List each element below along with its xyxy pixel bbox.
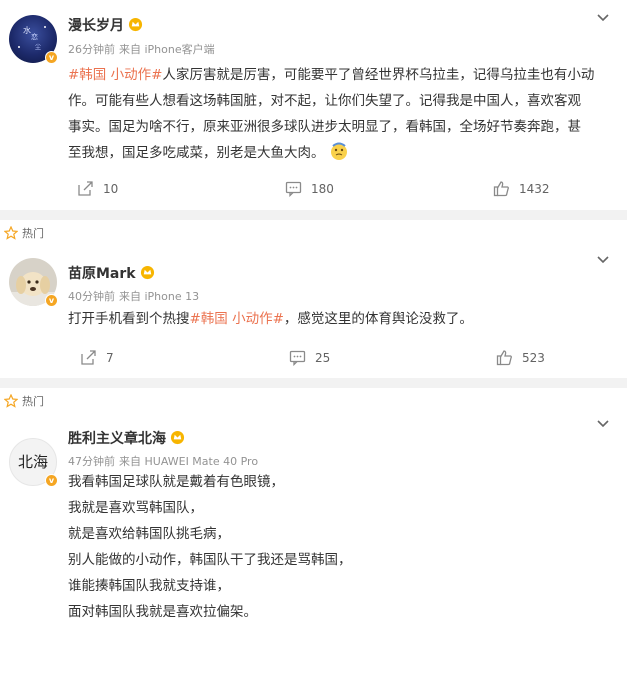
comment-time: 26分钟前: [68, 43, 115, 56]
comment-card-2: v 苗原Mark 40分钟前 来自 iPhone 13 打开手机看到个热搜#韩国 …: [0, 248, 627, 378]
share-button[interactable]: 7: [80, 349, 114, 366]
comment-button[interactable]: 25: [289, 349, 330, 366]
like-count: 523: [522, 350, 545, 365]
comment-body: 打开手机看到个热搜#韩国 小动作#，感觉这里的体育舆论没救了。: [68, 306, 620, 332]
comment-source: 来自 iPhone 13: [119, 290, 200, 303]
comment-source: 来自 iPhone客户端: [119, 43, 215, 56]
svg-text:尘: 尘: [35, 43, 41, 51]
verified-badge-icon: v: [45, 474, 58, 487]
comment-card-3: 北海 v 胜利主义章北海 47分钟前 来自 HUAWEI Mate 40 Pro …: [0, 416, 627, 671]
share-count: 7: [106, 350, 114, 365]
username[interactable]: 胜利主义章北海: [68, 430, 185, 448]
hot-label: 热门: [22, 395, 44, 408]
hot-label: 热门: [22, 227, 44, 240]
like-count: 1432: [519, 181, 550, 196]
username-text[interactable]: 漫长岁月: [68, 18, 124, 34]
divider: [0, 378, 627, 388]
star-outline-icon: [4, 394, 18, 408]
hot-label-row: 热门: [0, 388, 627, 416]
comment-count: 25: [315, 350, 331, 365]
comment-actions: 7 25 523: [0, 349, 627, 369]
svg-text:水: 水: [23, 25, 31, 35]
comment-meta: 26分钟前 来自 iPhone客户端: [68, 43, 219, 57]
like-button[interactable]: 523: [496, 349, 545, 366]
comment-body: #韩国 小动作#人家厉害就是厉害，可能要平了曾经世界杯乌拉圭，记得乌拉圭也有小动…: [68, 62, 620, 166]
comment-actions: 10 180 1432: [0, 180, 627, 200]
comment-text-line: 至我想，国足多吃咸菜，别老是大鱼大肉。: [68, 145, 325, 161]
comment-icon: [285, 181, 302, 197]
comment-text-line: 面对韩国队我就是喜欢拉偏架。: [68, 604, 257, 620]
thumbs-up-icon: [496, 350, 512, 366]
like-button[interactable]: 1432: [493, 180, 550, 197]
member-crown-icon: [170, 430, 185, 445]
svg-text:恋: 恋: [31, 32, 38, 41]
comment-text-line: 别人能做的小动作，韩国队干了我还是骂韩国，: [68, 552, 352, 568]
verified-badge-icon: v: [45, 51, 58, 64]
username[interactable]: 苗原Mark: [68, 265, 155, 283]
comment-text-line: 事实。国足为啥不行，原来亚洲很多球队进步太明显了，看韩国，全场好节奏奔跑，甚: [68, 119, 581, 135]
share-count: 10: [103, 181, 119, 196]
chevron-down-icon[interactable]: [595, 252, 611, 268]
thinking-face-emoji-icon: [330, 142, 347, 160]
comment-text-prefix: 打开手机看到个热搜: [68, 311, 190, 327]
member-crown-icon: [140, 265, 154, 280]
comment-meta: 40分钟前 来自 iPhone 13: [68, 290, 203, 304]
comment-time: 47分钟前: [68, 455, 115, 468]
divider: [0, 210, 627, 220]
comment-card-1: 水 恋 尘 v 漫长岁月 26分钟前 来自 iPhone客户端 #韩国 小动作#人…: [0, 0, 627, 210]
comment-text-line: 就是喜欢给韩国队挑毛病，: [68, 526, 230, 542]
hot-label-row: 热门: [0, 220, 627, 248]
comment-time: 40分钟前: [68, 290, 115, 303]
member-crown-icon: [128, 17, 143, 32]
chevron-down-icon[interactable]: [595, 416, 611, 432]
topic-tag-link[interactable]: #韩国 小动作#: [190, 311, 284, 327]
comment-text-line: 人家厉害就是厉害，可能要平了曾经世界杯乌拉圭，记得乌拉圭也有小动: [162, 67, 595, 83]
share-icon: [81, 350, 96, 365]
comment-meta: 47分钟前 来自 HUAWEI Mate 40 Pro: [68, 455, 262, 469]
star-outline-icon: [4, 226, 18, 240]
comment-body: 我看韩国足球队就是戴着有色眼镜， 我就是喜欢骂韩国队， 就是喜欢给韩国队挑毛病，…: [68, 469, 620, 625]
verified-badge-icon: v: [45, 294, 58, 307]
comment-button[interactable]: 180: [285, 180, 334, 197]
comment-text-line: 我看韩国足球队就是戴着有色眼镜，: [68, 474, 284, 490]
comment-count: 180: [311, 181, 334, 196]
username-text[interactable]: 苗原Mark: [68, 266, 136, 282]
topic-tag-link[interactable]: #韩国 小动作#: [68, 67, 162, 83]
comment-text-line: 我就是喜欢骂韩国队，: [68, 500, 203, 516]
comment-text-suffix: ，感觉这里的体育舆论没救了。: [283, 311, 473, 327]
share-button[interactable]: 10: [77, 180, 118, 197]
username[interactable]: 漫长岁月: [68, 17, 143, 35]
share-icon: [78, 181, 93, 196]
comment-text-line: 谁能揍韩国队我就支持谁，: [68, 578, 230, 594]
comment-source: 来自 HUAWEI Mate 40 Pro: [119, 455, 259, 468]
comment-text-line: 作。可能有些人想看这场韩国脏，对不起，让你们失望了。记得我是中国人，喜欢客观: [68, 93, 581, 109]
comment-icon: [289, 350, 306, 366]
chevron-down-icon[interactable]: [595, 10, 611, 26]
thumbs-up-icon: [493, 181, 509, 197]
username-text[interactable]: 胜利主义章北海: [68, 431, 166, 447]
